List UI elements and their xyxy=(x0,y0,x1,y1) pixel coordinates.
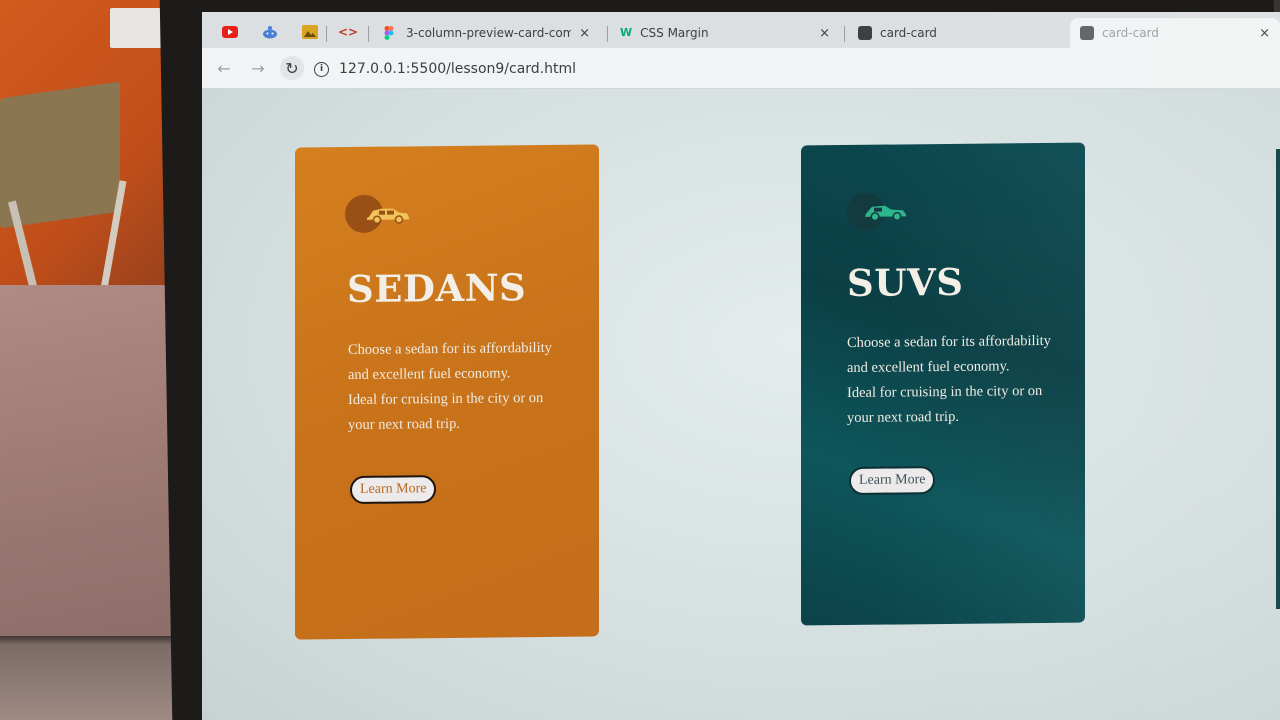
image-icon[interactable] xyxy=(300,22,320,42)
page-viewport: SEDANS Choose a sedan for its affordabil… xyxy=(202,89,1280,720)
card-text-line: Ideal for cruising in the city or on you… xyxy=(348,389,544,434)
sedans-card: SEDANS Choose a sedan for its affordabil… xyxy=(295,144,599,640)
card-text-line: Choose a sedan for its affordability and… xyxy=(847,332,1051,377)
card-title: SEDANS xyxy=(347,265,527,312)
suv-car-icon xyxy=(865,205,906,222)
tab-separator xyxy=(607,26,608,42)
car-badge xyxy=(847,192,906,232)
learn-more-button[interactable]: Learn More xyxy=(350,475,437,505)
card-text-line: Choose a sedan for its affordability and… xyxy=(348,339,552,384)
figma-icon xyxy=(384,26,398,40)
browser-tab-strip: <> 3-column-preview-card-compon × W CSS … xyxy=(202,12,1280,48)
learn-more-button[interactable]: Learn More xyxy=(849,466,936,495)
info-icon[interactable]: i xyxy=(314,61,329,77)
card-title: SUVS xyxy=(847,259,964,306)
sedan-car-icon xyxy=(367,208,409,224)
card-description: Choose a sedan for its affordability and… xyxy=(348,336,568,438)
wall-shelf xyxy=(110,8,166,48)
browser-toolbar: ← → ↻ i 127.0.0.1:5500/lesson9/card.html xyxy=(202,48,1280,113)
tab-card-card[interactable]: card-card xyxy=(848,18,1060,48)
third-card-edge xyxy=(1276,149,1280,609)
tab-separator xyxy=(844,26,845,42)
tab-card-card-active[interactable]: card-card × xyxy=(1070,18,1280,48)
reddit-icon[interactable] xyxy=(260,22,280,42)
tab-preview-card[interactable]: 3-column-preview-card-compon × xyxy=(374,18,600,48)
back-icon[interactable]: ← xyxy=(212,56,236,80)
tab-css-margin[interactable]: W CSS Margin × xyxy=(610,18,840,48)
tab-title: 3-column-preview-card-compon xyxy=(406,26,572,40)
card-description: Choose a sedan for its affordability and… xyxy=(847,329,1057,431)
reload-icon[interactable]: ↻ xyxy=(280,56,304,80)
url-text: 127.0.0.1:5500/lesson9/card.html xyxy=(339,61,577,77)
address-bar[interactable]: i 127.0.0.1:5500/lesson9/card.html xyxy=(314,57,576,81)
card-text-line: Ideal for cruising in the city or on you… xyxy=(847,382,1043,427)
close-icon[interactable]: × xyxy=(579,26,590,41)
laptop-screen: <> 3-column-preview-card-compon × W CSS … xyxy=(202,12,1280,720)
tab-title: card-card xyxy=(880,26,937,40)
chair xyxy=(0,81,120,229)
youtube-icon[interactable] xyxy=(220,22,240,42)
suvs-card: SUVS Choose a sedan for its affordabilit… xyxy=(801,142,1085,626)
page-icon xyxy=(858,26,872,40)
w3schools-icon: W xyxy=(620,26,633,39)
close-icon[interactable]: × xyxy=(1259,26,1270,41)
close-icon[interactable]: × xyxy=(819,26,830,41)
forward-icon[interactable]: → xyxy=(246,56,270,80)
tab-title: card-card xyxy=(1102,26,1159,40)
code-icon[interactable]: <> xyxy=(338,22,358,42)
photo-scene: <> 3-column-preview-card-compon × W CSS … xyxy=(0,0,1280,720)
car-badge xyxy=(345,194,409,234)
desk-edge xyxy=(0,636,200,720)
tab-separator xyxy=(326,26,327,42)
tab-separator xyxy=(368,26,369,42)
tab-title: CSS Margin xyxy=(640,26,709,40)
page-icon xyxy=(1080,26,1094,40)
